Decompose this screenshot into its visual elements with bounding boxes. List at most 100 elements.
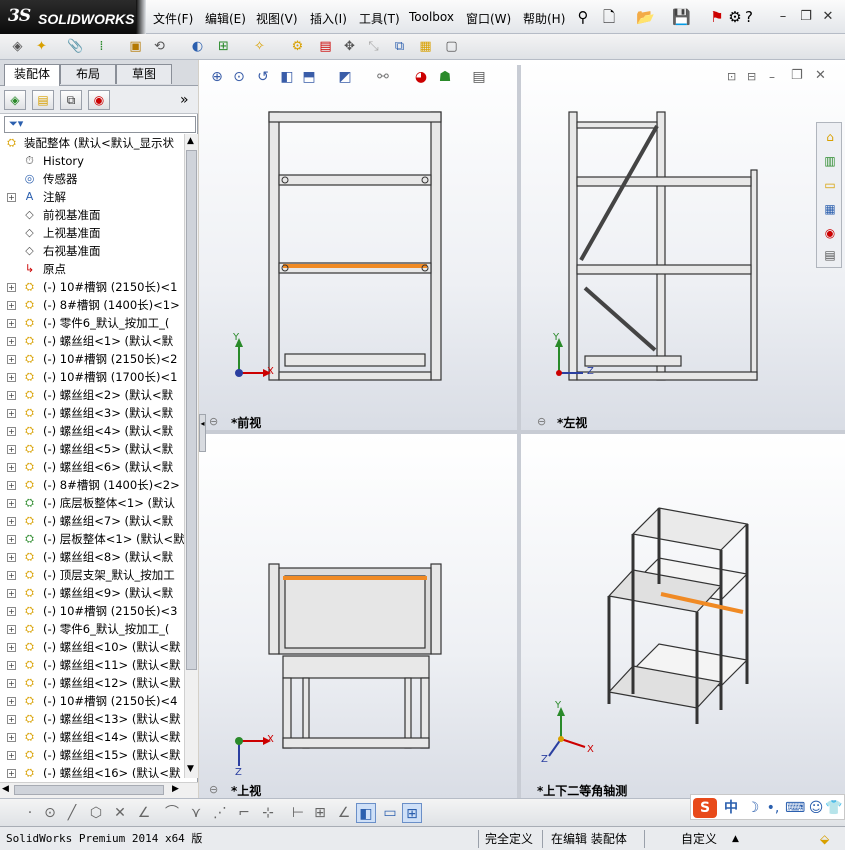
edit-appearance-icon[interactable]: ◕ xyxy=(412,67,430,87)
expand-toggle-icon[interactable]: + xyxy=(7,643,16,652)
design-library-icon[interactable]: ▥ xyxy=(820,151,840,171)
new-document-icon[interactable]: 🗋 xyxy=(600,8,618,26)
move-component-icon[interactable]: ⟲ xyxy=(150,37,169,56)
tree-item[interactable]: + ⛭ (-) 螺丝组<10> (默认<默 xyxy=(0,638,184,656)
viewport-horizontal-splitter[interactable] xyxy=(199,430,845,434)
custom-properties-icon[interactable]: ▤ xyxy=(820,245,840,265)
expand-toggle-icon[interactable]: + xyxy=(7,607,16,616)
expand-toggle-icon[interactable]: + xyxy=(7,337,16,346)
tab-layout[interactable]: 布局 xyxy=(60,64,116,84)
smart-fasteners-icon[interactable]: ▣ xyxy=(126,37,145,56)
tree-item[interactable]: + ⛭ (-) 螺丝组<13> (默认<默 xyxy=(0,710,184,728)
graphics-area[interactable]: Y X ⊖ *前视 Y Z ⊡ ⊟ – ❐ ✕ ⊖ *左视 Z X ⊖ *上视 … xyxy=(199,60,845,798)
tree-item[interactable]: ↳ 原点 xyxy=(0,260,184,278)
expand-toggle-icon[interactable]: + xyxy=(7,571,16,580)
ime-skin-icon[interactable]: 👕 xyxy=(825,798,843,818)
front-view-pane[interactable]: Y X ⊖ *前视 xyxy=(199,60,517,430)
expand-toggle-icon[interactable]: + xyxy=(7,751,16,760)
expand-toggle-icon[interactable]: + xyxy=(7,769,16,778)
expand-toggle-icon[interactable]: + xyxy=(7,193,16,202)
clearance-verification-icon[interactable]: ▦ xyxy=(416,37,435,56)
tab-sketch[interactable]: 草图 xyxy=(116,64,172,84)
tree-item[interactable]: + ⛭ (-) 底层板整体<1> (默认 xyxy=(0,494,184,512)
angle-tool-icon[interactable]: ∠ xyxy=(134,803,154,823)
insert-component-icon[interactable]: ◈ xyxy=(8,37,27,56)
file-explorer-icon[interactable]: ▭ xyxy=(820,175,840,195)
tree-horizontal-scrollbar[interactable]: ◀ ▶ xyxy=(0,782,198,798)
menu-edit[interactable]: 编辑(E) xyxy=(205,10,246,27)
show-hidden-icon[interactable]: ◐ xyxy=(188,37,207,56)
menu-toolbox[interactable]: Toolbox xyxy=(409,10,454,24)
view-palette-icon[interactable]: ▦ xyxy=(820,199,840,219)
expand-toggle-icon[interactable]: + xyxy=(7,553,16,562)
tree-item[interactable]: ⏱ History xyxy=(0,152,184,170)
polygon-tool-icon[interactable]: ⬡ xyxy=(86,803,106,823)
tree-item[interactable]: + ⛭ (-) 螺丝组<7> (默认<默 xyxy=(0,512,184,530)
expand-toggle-icon[interactable]: + xyxy=(7,463,16,472)
left-view-pane[interactable]: Y Z ⊡ ⊟ – ❐ ✕ ⊖ *左视 xyxy=(521,60,845,430)
close-icon[interactable]: ✕ xyxy=(820,9,836,25)
expand-toggle-icon[interactable]: + xyxy=(7,301,16,310)
expand-toggle-icon[interactable]: + xyxy=(7,661,16,670)
panel-expand-chevron-icon[interactable]: » xyxy=(180,92,189,108)
reference-geometry-icon[interactable]: ✧ xyxy=(250,37,269,56)
expand-toggle-icon[interactable]: + xyxy=(7,499,16,508)
tree-item[interactable]: + ⛭ (-) 10#槽钢 (2150长)<1 xyxy=(0,278,184,296)
expand-toggle-icon[interactable]: + xyxy=(7,517,16,526)
linear-pattern-icon[interactable]: ⁞ xyxy=(92,37,111,56)
previous-view-icon[interactable]: ↺ xyxy=(254,67,272,87)
expand-toggle-icon[interactable]: + xyxy=(7,535,16,544)
tree-item[interactable]: ◇ 右视基准面 xyxy=(0,242,184,260)
feature-manager-icon[interactable]: ◈ xyxy=(4,90,26,110)
ime-punctuation-icon[interactable]: ☽ xyxy=(743,798,763,818)
unit-system[interactable]: 自定义 xyxy=(681,831,717,847)
apply-scene-icon[interactable]: ☗ xyxy=(436,67,454,87)
relations-icon[interactable]: ∠ xyxy=(334,803,354,823)
tree-item[interactable]: + ⛭ (-) 顶层支架_默认_按加工 xyxy=(0,566,184,584)
tree-root-assembly[interactable]: ⛭ 装配整体 (默认<默认_显示状 xyxy=(0,134,184,152)
expand-toggle-icon[interactable]: + xyxy=(7,589,16,598)
tree-scrollbar[interactable]: ▲ ▼ xyxy=(184,134,198,778)
zoom-to-area-icon[interactable]: ⊙ xyxy=(230,67,248,87)
menu-help[interactable]: 帮助(H) xyxy=(523,10,565,27)
shaded-view-icon[interactable]: ◧ xyxy=(356,803,376,823)
expand-toggle-icon[interactable]: + xyxy=(7,697,16,706)
tree-item[interactable]: + ⛭ (-) 螺丝组<6> (默认<默 xyxy=(0,458,184,476)
pane-tile-icon[interactable]: ⊡ xyxy=(727,70,736,83)
tree-item[interactable]: + ⛭ (-) 螺丝组<11> (默认<默 xyxy=(0,656,184,674)
instant3d-icon[interactable]: ▢ xyxy=(442,37,461,56)
expand-toggle-icon[interactable]: + xyxy=(7,283,16,292)
minimize-icon[interactable]: – xyxy=(775,9,791,25)
tree-item[interactable]: + ⛭ (-) 零件6_默认_按加工_( xyxy=(0,314,184,332)
tree-item[interactable]: + A 注解 xyxy=(0,188,184,206)
tag-icon[interactable]: ⬙ xyxy=(820,831,829,847)
new-part-icon[interactable]: ✦ xyxy=(32,37,51,56)
solidworks-logo[interactable]: 3S SOLIDWORKS xyxy=(0,0,146,34)
expand-toggle-icon[interactable]: + xyxy=(7,481,16,490)
tree-item[interactable]: + ⛭ (-) 10#槽钢 (2150长)<3 xyxy=(0,602,184,620)
expand-toggle-icon[interactable]: + xyxy=(7,409,16,418)
tree-item[interactable]: + ⛭ (-) 10#槽钢 (2150长)<4 xyxy=(0,692,184,710)
menu-file[interactable]: 文件(F) xyxy=(153,10,193,27)
expand-toggle-icon[interactable]: + xyxy=(7,715,16,724)
tree-item[interactable]: + ⛭ (-) 零件6_默认_按加工_( xyxy=(0,620,184,638)
expand-toggle-icon[interactable]: + xyxy=(7,391,16,400)
tree-item[interactable]: + ⛭ (-) 螺丝组<15> (默认<默 xyxy=(0,746,184,764)
tree-filter[interactable]: ⏷▾ xyxy=(4,116,196,133)
sogou-logo[interactable]: S xyxy=(693,798,717,818)
display-style-icon[interactable]: ◩ xyxy=(336,67,354,87)
new-motion-study-icon[interactable]: ⚙ xyxy=(288,37,307,56)
tree-item[interactable]: + ⛭ (-) 螺丝组<5> (默认<默 xyxy=(0,440,184,458)
help-question-icon[interactable]: ? xyxy=(740,8,758,26)
four-view-icon[interactable]: ⊞ xyxy=(402,803,422,823)
ime-mode-label[interactable]: 中 xyxy=(721,798,741,818)
tab-assembly[interactable]: 装配体 xyxy=(4,64,60,86)
pane-restore-icon[interactable]: ❐ xyxy=(791,68,803,83)
tree-item[interactable]: + ⛭ (-) 8#槽钢 (1400长)<2> xyxy=(0,476,184,494)
hscroll-thumb[interactable] xyxy=(14,785,164,795)
dimension-tool-icon[interactable]: ⊹ xyxy=(258,803,278,823)
tree-item[interactable]: ◇ 上视基准面 xyxy=(0,224,184,242)
expand-toggle-icon[interactable]: + xyxy=(7,733,16,742)
tree-item[interactable]: + ⛭ (-) 螺丝组<4> (默认<默 xyxy=(0,422,184,440)
expand-toggle-icon[interactable]: + xyxy=(7,679,16,688)
